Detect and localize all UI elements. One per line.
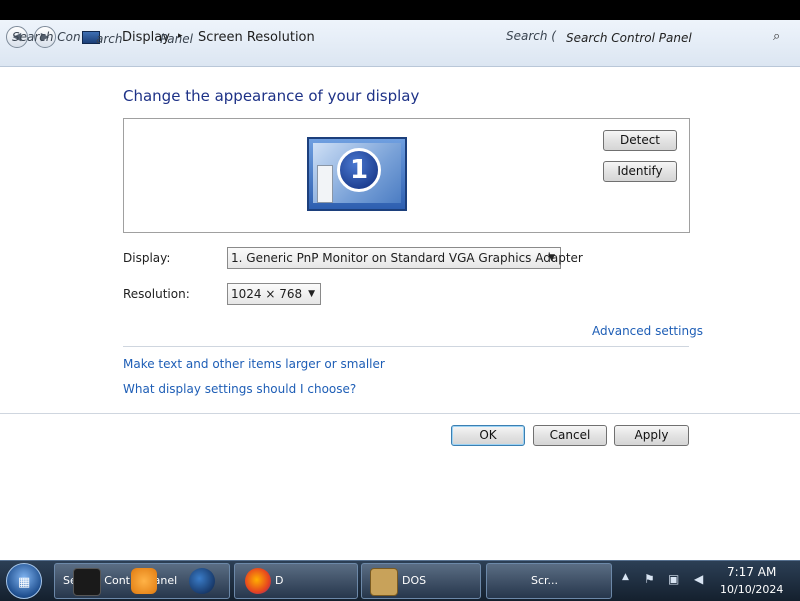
ghost-panel-text: Panel <box>160 32 193 46</box>
search-icon[interactable]: ⌕ <box>773 29 780 44</box>
windows-start-icon[interactable]: ▦ <box>6 563 42 599</box>
resolution-label: Resolution: <box>123 287 190 301</box>
display-select[interactable]: 1. Generic PnP Monitor on Standard VGA G… <box>227 247 583 269</box>
display-help-link[interactable]: What display settings should I choose? <box>123 382 356 396</box>
search-input[interactable]: Search Control Panel <box>566 31 692 45</box>
window-thumbnail-icon <box>73 568 101 596</box>
taskbar-item-label: D <box>275 574 284 587</box>
address-bar: ◀ ▶ Search Con arch Display Panel ▸ Scre… <box>0 20 800 67</box>
show-hidden-icons-icon[interactable]: ▲ <box>622 572 629 582</box>
monitor-icon[interactable]: 1 <box>307 137 407 211</box>
taskbar-item-label: Scr... <box>531 574 559 587</box>
top-black-bar <box>0 0 800 20</box>
ok-button[interactable]: OK <box>451 425 525 446</box>
ghost-search-text-3: Search ( <box>506 29 556 43</box>
breadcrumb-separator-icon[interactable]: ▸ <box>178 31 183 41</box>
cancel-button[interactable]: Cancel <box>533 425 607 446</box>
ghost-search-text-2: arch <box>96 32 123 46</box>
volume-icon[interactable]: ◀ <box>694 572 703 586</box>
page-title: Change the appearance of your display <box>123 87 420 105</box>
identify-button[interactable]: Identify <box>603 161 677 182</box>
windows-logo-icon: ▦ <box>18 575 31 590</box>
monitor-number-badge: 1 <box>337 148 381 192</box>
resolution-select-value: 1024 × 768 <box>231 287 303 301</box>
footer-divider <box>0 413 800 414</box>
firefox-icon <box>245 568 271 594</box>
text-size-link[interactable]: Make text and other items larger or smal… <box>123 357 385 371</box>
display-select-value: 1. Generic PnP Monitor on Standard VGA G… <box>231 251 583 265</box>
taskbar-item-control-panel[interactable]: Search Control Panel <box>54 563 230 599</box>
ghost-search-text: Search Con <box>12 30 81 44</box>
globe-icon <box>189 568 215 594</box>
taskbar-item-dosbox[interactable]: DOS <box>361 563 481 599</box>
taskbar-item-firefox[interactable]: D <box>234 563 358 599</box>
clock-date[interactable]: 10/10/2024 <box>720 583 783 596</box>
monitor-window-graphic <box>317 165 333 203</box>
taskbar-item-screen[interactable]: Scr... <box>486 563 612 599</box>
display-label: Display: <box>123 251 171 265</box>
detect-button[interactable]: Detect <box>603 130 677 151</box>
media-player-icon <box>131 568 157 594</box>
taskbar: ▦ Search Control Panel D DOS Scr... ▲ ⚑ … <box>0 560 800 601</box>
breadcrumb-screen-resolution: Screen Resolution <box>198 30 315 45</box>
apply-button[interactable]: Apply <box>614 425 689 446</box>
network-icon[interactable]: ▣ <box>668 572 679 586</box>
flag-icon[interactable]: ⚑ <box>644 572 655 586</box>
monitor-screen: 1 <box>313 143 401 203</box>
dropdown-arrow-icon: ▼ <box>548 253 555 263</box>
resolution-select[interactable]: 1024 × 768 ▼ <box>227 283 321 305</box>
dropdown-arrow-icon: ▼ <box>308 289 315 299</box>
clock-time[interactable]: 7:17 AM <box>727 565 776 579</box>
taskbar-item-label: DOS <box>402 574 427 587</box>
divider <box>123 346 689 347</box>
advanced-settings-link[interactable]: Advanced settings <box>592 324 703 338</box>
dosbox-icon <box>370 568 398 596</box>
